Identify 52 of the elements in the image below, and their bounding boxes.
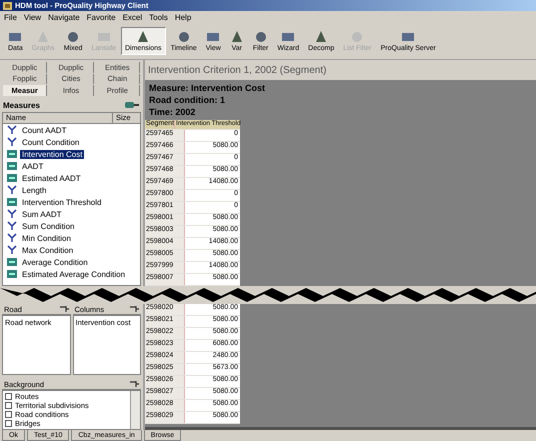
measure-item[interactable]: Intervention Cost xyxy=(20,150,84,158)
menu-item[interactable]: Favorite xyxy=(86,12,116,22)
tool-icon xyxy=(314,30,328,43)
checkbox[interactable] xyxy=(5,411,12,418)
checkbox[interactable] xyxy=(5,393,12,400)
measure-item[interactable]: Min Condition xyxy=(20,234,73,242)
view-title: Intervention Criterion 1, 2002 (Segment) xyxy=(147,64,328,78)
tool-icon xyxy=(254,30,268,43)
measure-item[interactable]: Length xyxy=(20,186,48,194)
checkbox[interactable] xyxy=(5,420,12,427)
tool-icon xyxy=(136,30,150,43)
checkbox[interactable] xyxy=(5,402,12,409)
fork-icon xyxy=(7,233,17,243)
menu-item[interactable]: Tools xyxy=(149,12,168,22)
measure-item[interactable]: Count Condition xyxy=(20,138,82,146)
measure-item[interactable]: Max Condition xyxy=(20,246,76,254)
measure-item[interactable]: Intervention Threshold xyxy=(20,198,104,206)
measure-item[interactable]: Average Condition xyxy=(20,258,90,266)
fork-icon xyxy=(7,137,17,147)
measure-item[interactable]: Sum Condition xyxy=(20,222,76,230)
menu-item[interactable]: Help xyxy=(174,12,192,22)
tool-icon xyxy=(8,30,22,43)
fork-icon xyxy=(7,125,17,135)
menu-item[interactable]: View xyxy=(24,12,42,22)
menu-item[interactable]: File xyxy=(4,12,17,22)
app-icon xyxy=(3,2,12,10)
menu-item[interactable]: Navigate xyxy=(48,12,80,22)
scroll-bar[interactable] xyxy=(130,391,140,429)
tool-icon xyxy=(36,30,50,43)
tool-icon xyxy=(66,30,80,43)
tool-icon xyxy=(281,30,296,43)
tool-icon xyxy=(230,30,244,43)
measure-item[interactable]: Estimated Average Condition xyxy=(20,270,128,278)
fork-icon xyxy=(7,221,17,231)
measure-icon xyxy=(7,198,17,206)
fork-icon xyxy=(7,185,17,195)
tool-icon xyxy=(350,30,364,43)
measure-item[interactable]: AADT xyxy=(20,162,46,170)
info-text: Road condition: 1 xyxy=(149,94,226,106)
measure-item[interactable]: Estimated AADT xyxy=(20,174,83,182)
measure-item[interactable]: Sum AADT xyxy=(20,210,64,218)
tool-icon xyxy=(96,30,111,43)
fork-icon xyxy=(7,245,17,255)
tool-icon xyxy=(206,30,220,43)
tool-icon xyxy=(176,30,191,43)
info-text: Measure: Intervention Cost xyxy=(149,82,266,94)
panel-title: Measures xyxy=(3,100,40,110)
measure-item[interactable]: Count AADT xyxy=(20,126,68,134)
info-text: Time: 2002 xyxy=(149,106,196,118)
tool-icon xyxy=(401,30,416,43)
menu-item[interactable]: Excel xyxy=(122,12,142,22)
fork-icon xyxy=(7,209,17,219)
